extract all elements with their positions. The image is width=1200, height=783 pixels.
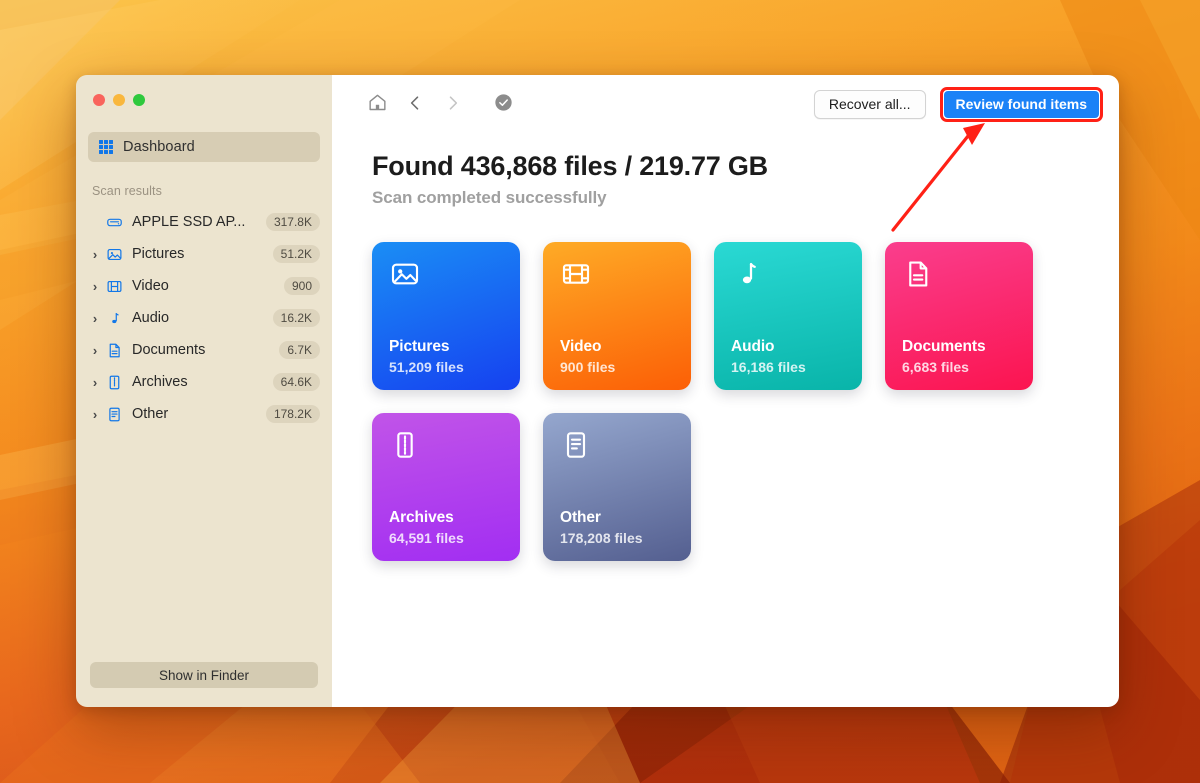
document-icon bbox=[104, 342, 124, 359]
sidebar-item-apple-ssd[interactable]: › APPLE SSD AP... 317.8K bbox=[76, 206, 332, 238]
card-count: 900 files bbox=[560, 359, 616, 375]
item-count-badge: 16.2K bbox=[272, 309, 320, 327]
sidebar-item-label: Documents bbox=[132, 342, 206, 358]
film-icon bbox=[104, 278, 124, 295]
sidebar-item-label: Pictures bbox=[132, 246, 185, 262]
sidebar-item-label: Video bbox=[132, 278, 169, 294]
scan-status-button[interactable] bbox=[484, 89, 522, 119]
zip-icon bbox=[389, 432, 421, 465]
card-title: Video bbox=[560, 338, 602, 355]
sidebar-item-label: Audio bbox=[132, 310, 170, 326]
scan-status-text: Scan completed successfully bbox=[372, 188, 607, 207]
item-count-badge: 317.8K bbox=[265, 213, 320, 231]
forward-button[interactable] bbox=[434, 89, 472, 119]
sidebar-section-title: Scan results bbox=[92, 184, 162, 198]
category-card-video[interactable]: Video 900 files bbox=[543, 242, 691, 390]
music-note-icon bbox=[731, 263, 763, 294]
card-count: 16,186 files bbox=[731, 359, 806, 375]
sidebar: Dashboard Scan results › APPLE SSD AP...… bbox=[76, 75, 332, 707]
music-note-icon bbox=[104, 310, 124, 327]
app-window: Dashboard Scan results › APPLE SSD AP...… bbox=[76, 75, 1119, 707]
category-card-grid: Pictures 51,209 files Video 900 files Au… bbox=[372, 242, 1072, 561]
summary-heading-group: Found 436,868 files / 219.77 GB Scan com… bbox=[332, 133, 1119, 208]
review-found-items-button[interactable]: Review found items bbox=[943, 90, 1099, 118]
category-card-archives[interactable]: Archives 64,591 files bbox=[372, 413, 520, 561]
item-count-badge: 900 bbox=[283, 277, 320, 295]
check-circle-icon bbox=[494, 93, 513, 115]
sidebar-item-other[interactable]: › Other 178.2K bbox=[76, 398, 332, 430]
card-text-group: Video 900 files bbox=[560, 338, 615, 375]
sidebar-item-label: Archives bbox=[132, 374, 188, 390]
sidebar-item-dashboard[interactable]: Dashboard bbox=[88, 132, 320, 162]
item-count-badge: 6.7K bbox=[279, 341, 320, 359]
sidebar-item-audio[interactable]: › Audio 16.2K bbox=[76, 302, 332, 334]
show-in-finder-button[interactable]: Show in Finder bbox=[90, 662, 318, 688]
card-title: Pictures bbox=[389, 338, 450, 355]
review-found-items-highlight: Review found items bbox=[939, 86, 1103, 122]
list-doc-icon bbox=[560, 432, 592, 465]
card-text-group: Archives 64,591 files bbox=[389, 509, 464, 546]
card-count: 178,208 files bbox=[560, 530, 643, 546]
sidebar-item-documents[interactable]: › Documents 6.7K bbox=[76, 334, 332, 366]
photo-icon bbox=[104, 246, 124, 263]
sidebar-item-pictures[interactable]: › Pictures 51.2K bbox=[76, 238, 332, 270]
scan-results-list: › APPLE SSD AP... 317.8K › bbox=[76, 206, 332, 430]
film-icon bbox=[560, 264, 592, 294]
chevron-right-icon[interactable]: › bbox=[88, 376, 102, 389]
chevron-right-icon[interactable]: › bbox=[88, 248, 102, 261]
disk-icon bbox=[104, 214, 124, 231]
card-count: 6,683 files bbox=[902, 359, 969, 375]
photo-icon bbox=[389, 263, 421, 294]
window-controls bbox=[76, 75, 332, 106]
toolbar-nav-group bbox=[358, 89, 522, 119]
card-text-group: Documents 6,683 files bbox=[902, 338, 986, 375]
card-count: 64,591 files bbox=[389, 530, 464, 546]
document-icon bbox=[902, 261, 934, 294]
item-count-badge: 51.2K bbox=[272, 245, 320, 263]
chevron-right-icon bbox=[443, 93, 463, 116]
card-count: 51,209 files bbox=[389, 359, 464, 375]
category-card-other[interactable]: Other 178,208 files bbox=[543, 413, 691, 561]
card-title: Archives bbox=[389, 509, 454, 526]
chevron-left-icon bbox=[405, 93, 425, 116]
close-button[interactable] bbox=[93, 94, 105, 106]
sidebar-item-label: Other bbox=[132, 406, 169, 422]
chevron-right-icon[interactable]: › bbox=[88, 408, 102, 421]
recover-all-button[interactable]: Recover all... bbox=[813, 89, 926, 119]
chevron-right-icon[interactable]: › bbox=[88, 312, 102, 325]
card-text-group: Pictures 51,209 files bbox=[389, 338, 464, 375]
chevron-right-icon[interactable]: › bbox=[88, 344, 102, 357]
card-title: Other bbox=[560, 509, 601, 526]
sidebar-item-label: APPLE SSD AP... bbox=[132, 214, 246, 230]
minimize-button[interactable] bbox=[113, 94, 125, 106]
grid-icon bbox=[99, 140, 113, 154]
toolbar: Recover all... Review found items bbox=[332, 75, 1119, 133]
category-card-documents[interactable]: Documents 6,683 files bbox=[885, 242, 1033, 390]
card-text-group: Other 178,208 files bbox=[560, 509, 643, 546]
zoom-button[interactable] bbox=[133, 94, 145, 106]
sidebar-item-label: Dashboard bbox=[123, 139, 195, 155]
card-text-group: Audio 16,186 files bbox=[731, 338, 806, 375]
item-count-badge: 178.2K bbox=[265, 405, 320, 423]
page-title: Found 436,868 files / 219.77 GB bbox=[372, 151, 768, 181]
card-title: Audio bbox=[731, 338, 775, 355]
card-title: Documents bbox=[902, 338, 986, 355]
item-count-badge: 64.6K bbox=[272, 373, 320, 391]
zip-icon bbox=[104, 374, 124, 391]
home-button[interactable] bbox=[358, 89, 396, 119]
category-card-audio[interactable]: Audio 16,186 files bbox=[714, 242, 862, 390]
sidebar-item-archives[interactable]: › Archives 64.6K bbox=[76, 366, 332, 398]
main-content: Recover all... Review found items Found … bbox=[332, 75, 1119, 707]
category-card-pictures[interactable]: Pictures 51,209 files bbox=[372, 242, 520, 390]
home-icon bbox=[367, 92, 388, 116]
sidebar-item-video[interactable]: › Video 900 bbox=[76, 270, 332, 302]
chevron-right-icon[interactable]: › bbox=[88, 280, 102, 293]
back-button[interactable] bbox=[396, 89, 434, 119]
list-doc-icon bbox=[104, 406, 124, 423]
toolbar-actions: Recover all... Review found items bbox=[813, 86, 1103, 122]
